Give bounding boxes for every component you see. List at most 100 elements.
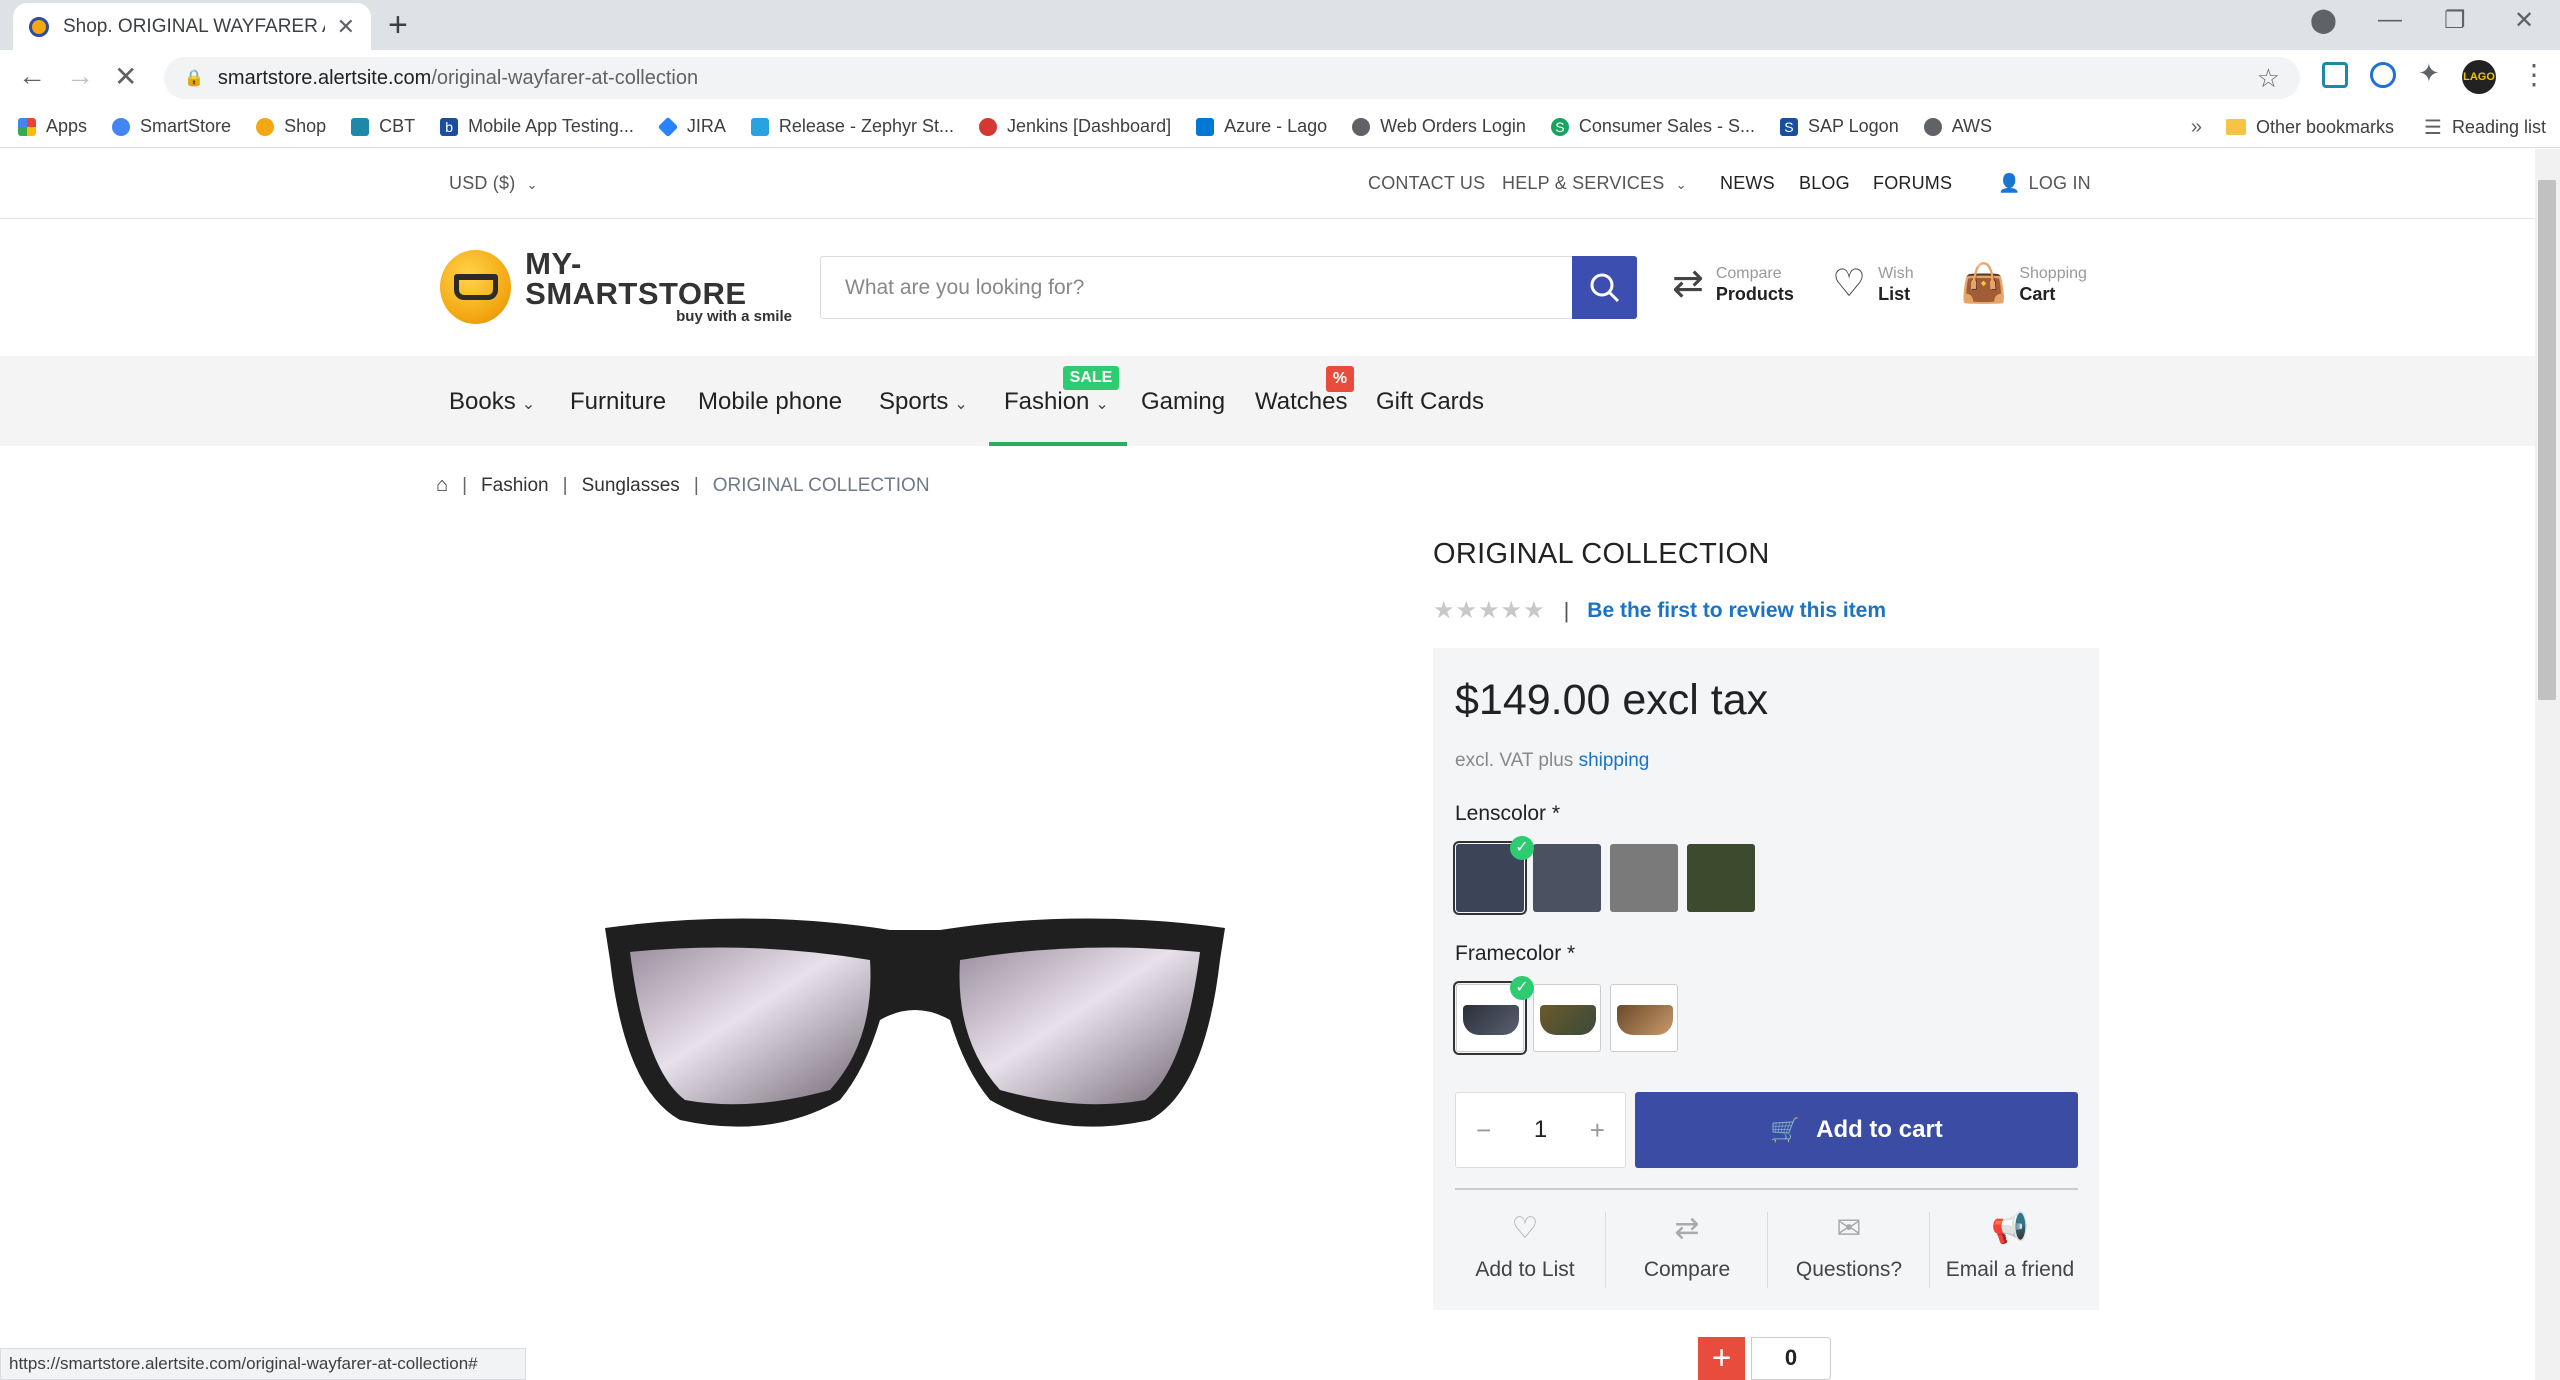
nav-mobile-phone[interactable]: Mobile phone	[698, 388, 842, 416]
extension-2-icon[interactable]	[2370, 62, 2396, 88]
bookmark-jenkins[interactable]: Jenkins [Dashboard]	[978, 116, 1171, 137]
compare-products-link[interactable]: ⇄ Compare Products	[1672, 264, 1794, 304]
bookmark-aws[interactable]: AWS	[1923, 116, 1992, 137]
frame-swatch[interactable]	[1533, 984, 1601, 1052]
logo-name: MY-SMARTSTORE	[525, 246, 747, 311]
forums-link[interactable]: FORUMS	[1873, 173, 1952, 194]
reading-list[interactable]: Reading list	[2452, 117, 2546, 138]
tab-close-icon[interactable]: ✕	[337, 14, 355, 40]
search-button[interactable]	[1572, 256, 1637, 319]
url-domain: smartstore.alertsite.com	[217, 66, 432, 89]
bookmark-apps[interactable]: Apps	[18, 116, 87, 137]
store-topbar: USD ($) ⌄ CONTACT US HELP & SERVICES ⌄ N…	[0, 149, 2535, 219]
breadcrumb-fashion[interactable]: Fashion	[481, 475, 549, 497]
tab-search-icon[interactable]: ⬤	[2310, 6, 2337, 35]
login-link[interactable]: 👤 LOG IN	[1998, 173, 2091, 194]
bookmark-shop[interactable]: Shop	[256, 116, 326, 137]
minus-icon[interactable]: −	[1476, 1115, 1491, 1146]
lenscolor-label: Lenscolor *	[1455, 802, 1561, 825]
apps-grid-icon	[18, 117, 36, 136]
back-icon[interactable]: ←	[18, 60, 46, 92]
nav-gaming[interactable]: Gaming	[1141, 388, 1225, 416]
more-bookmarks-icon[interactable]: »	[2191, 116, 2202, 139]
blog-link[interactable]: BLOG	[1799, 173, 1850, 194]
bookmark-azure[interactable]: Azure - Lago	[1196, 116, 1327, 137]
lock-icon: 🔒	[184, 70, 204, 87]
bookmark-mobile-app-testing[interactable]: b Mobile App Testing...	[440, 116, 634, 137]
help-services-menu[interactable]: HELP & SERVICES ⌄	[1502, 173, 1687, 194]
frame-swatch[interactable]	[1610, 984, 1678, 1052]
chevron-down-icon: ⌄	[521, 396, 536, 413]
consumer-sales-icon: S	[1550, 117, 1569, 136]
nav-watches[interactable]: Watches	[1255, 388, 1347, 416]
extension-icon[interactable]	[2322, 62, 2348, 88]
nav-books[interactable]: Books ⌄	[449, 388, 535, 416]
breadcrumb-current: ORIGINAL COLLECTION	[712, 474, 930, 496]
search-input[interactable]: What are you looking for?	[821, 257, 1572, 318]
lens-swatch[interactable]	[1687, 844, 1755, 912]
puzzle-icon[interactable]: ✦	[2418, 58, 2440, 89]
bookmark-jira[interactable]: JIRA	[657, 116, 726, 137]
globe-icon	[1352, 117, 1371, 136]
contact-us-link[interactable]: CONTACT US	[1368, 173, 1485, 194]
azure-icon	[1196, 117, 1215, 136]
wish-list-link[interactable]: ♡ Wish List	[1832, 264, 1914, 304]
nav-sports[interactable]: Sports ⌄	[879, 388, 968, 416]
bookmark-cbt[interactable]: CBT	[351, 116, 415, 137]
url-path: /original-wayfarer-at-collection	[431, 66, 699, 89]
new-tab-icon[interactable]: +	[388, 6, 408, 45]
window-close-icon[interactable]: ✕	[2514, 6, 2534, 35]
browser-tab[interactable]: Shop. ORIGINAL WAYFARER AT C ✕	[13, 3, 371, 50]
profile-avatar[interactable]: LAGO	[2462, 60, 2496, 94]
address-bar[interactable]: 🔒 smartstore.alertsite.com/original-wayf…	[164, 57, 2300, 99]
quantity-value[interactable]: 1	[1534, 1116, 1547, 1144]
product-image[interactable]	[590, 900, 1240, 1160]
bookmark-smartstore[interactable]: SmartStore	[112, 116, 231, 137]
bookmark-zephyr[interactable]: Release - Zephyr St...	[750, 116, 954, 137]
stop-loading-icon[interactable]: ✕	[114, 60, 137, 93]
status-bar-url: https://smartstore.alertsite.com/origina…	[0, 1348, 526, 1380]
scrollbar-thumb[interactable]	[2538, 180, 2556, 700]
lens-swatch[interactable]	[1533, 844, 1601, 912]
currency-selector[interactable]: USD ($) ⌄	[449, 173, 538, 194]
shipping-link[interactable]: shipping	[1579, 750, 1650, 771]
add-to-cart-button[interactable]: 🛒 Add to cart	[1635, 1092, 2078, 1168]
breadcrumb: ⌂ | Fashion | Sunglasses | ORIGINAL COLL…	[436, 474, 930, 497]
bookmarks-bar: Apps SmartStore Shop CBT b Mobile App Tes…	[0, 106, 2560, 148]
folder-icon	[2225, 119, 2246, 135]
questions-button[interactable]: ✉ Questions?	[1769, 1210, 1929, 1282]
news-link[interactable]: NEWS	[1720, 173, 1775, 194]
bookmark-web-orders[interactable]: Web Orders Login	[1352, 116, 1526, 137]
store-logo[interactable]: MY-SMARTSTORE buy with a smile	[440, 246, 792, 325]
breadcrumb-sunglasses[interactable]: Sunglasses	[582, 475, 680, 497]
chevron-down-icon: ⌄	[526, 177, 538, 192]
product-rating: ★★★★★ | Be the first to review this item	[1433, 597, 1887, 624]
shopping-cart-link[interactable]: 👜 Shopping Cart	[1960, 264, 2087, 304]
envelope-icon: ✉	[1836, 1212, 1862, 1245]
framecolor-label: Framecolor *	[1455, 942, 1576, 965]
email-friend-button[interactable]: 📢 Email a friend	[1930, 1210, 2090, 1282]
restore-icon[interactable]: ❐	[2444, 6, 2466, 35]
bookmark-consumer-sales[interactable]: S Consumer Sales - S...	[1550, 116, 1755, 137]
minimize-icon[interactable]: —	[2378, 6, 2402, 34]
nav-gift-cards[interactable]: Gift Cards	[1376, 388, 1484, 416]
share-plus-icon[interactable]: +	[1698, 1337, 1745, 1380]
plus-icon[interactable]: +	[1590, 1115, 1605, 1146]
bookmark-sap[interactable]: S SAP Logon	[1779, 116, 1899, 137]
add-to-list-button[interactable]: ♡ Add to List	[1445, 1210, 1605, 1282]
zephyr-icon	[750, 117, 769, 136]
nav-fashion[interactable]: Fashion ⌄	[1004, 388, 1109, 416]
home-icon[interactable]: ⌂	[436, 474, 448, 497]
menu-dots-icon[interactable]: ⋮	[2520, 58, 2548, 91]
forward-icon[interactable]: →	[66, 60, 94, 92]
lens-swatch[interactable]	[1610, 844, 1678, 912]
review-link[interactable]: Be the first to review this item	[1587, 599, 1886, 623]
share-widget: + 0	[1698, 1337, 1838, 1380]
vat-info: excl. VAT plus shipping	[1455, 750, 1650, 771]
smartstore-icon	[112, 117, 131, 136]
rating-stars-icon: ★★★★★	[1433, 597, 1546, 624]
nav-furniture[interactable]: Furniture	[570, 388, 666, 416]
bookmark-star-icon[interactable]: ☆	[2257, 63, 2280, 94]
other-bookmarks[interactable]: Other bookmarks	[2256, 117, 2394, 138]
compare-button[interactable]: ⇄ Compare	[1607, 1210, 1767, 1282]
